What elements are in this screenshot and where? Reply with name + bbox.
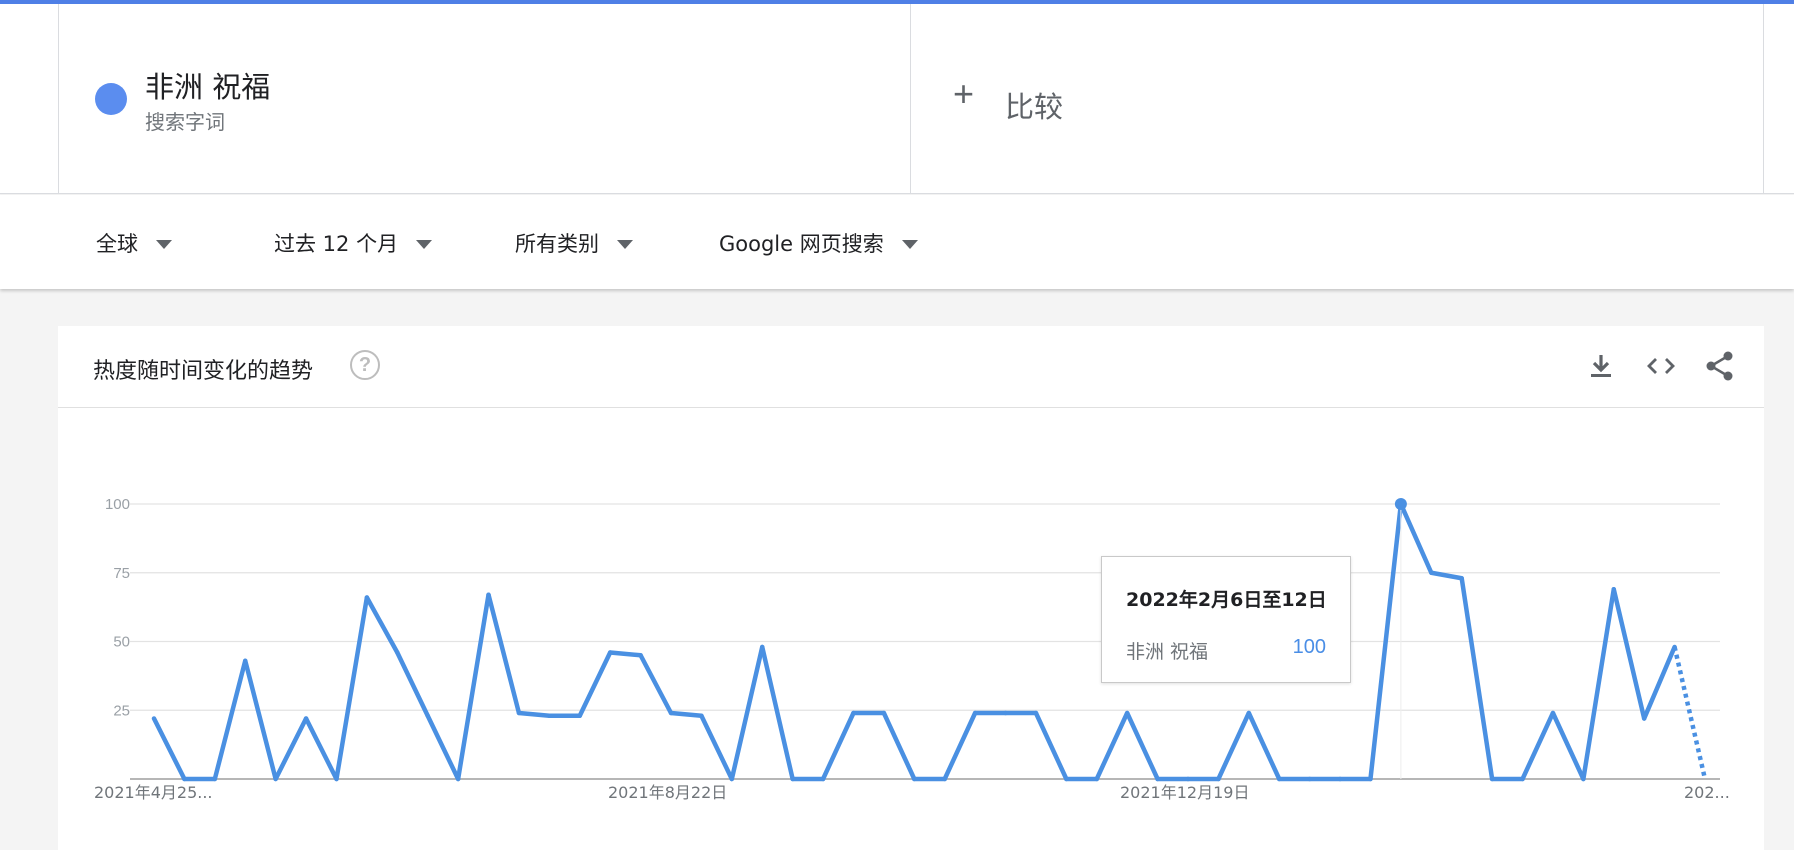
highlight-point — [1394, 498, 1407, 510]
series-line-segment — [668, 710, 704, 718]
y-tick-label: 25 — [113, 702, 130, 719]
series-line-segment — [425, 713, 461, 782]
trend-chart[interactable]: 100 75 50 25 2021年4月25... 2021年8月22日 2021年12月… — [0, 0, 1794, 850]
y-tick-label: 75 — [113, 565, 130, 582]
series-line-segment — [820, 710, 856, 782]
series-line-segment — [455, 592, 491, 782]
series-line-segment — [516, 710, 552, 718]
series-line-segment — [1641, 644, 1677, 721]
y-tick-label: 100 — [105, 496, 130, 513]
chart-tooltip: 2022年2月6日至12日 非洲 祝福 100 — [1101, 556, 1351, 683]
series-line-segment — [729, 644, 765, 782]
series-line-segment — [486, 592, 522, 716]
series-line-segment — [942, 710, 978, 782]
series-line-segment — [1094, 710, 1130, 782]
tooltip-date: 2022年2月6日至12日 — [1126, 589, 1327, 611]
tooltip-term: 非洲 祝福 — [1126, 641, 1209, 663]
series-line-segment — [303, 716, 339, 782]
partial-data-segment — [1672, 646, 1708, 780]
series-line-segment — [364, 595, 400, 655]
series-line-segment — [577, 650, 613, 718]
series-line-segment — [1581, 587, 1617, 782]
series-line-segment — [273, 716, 309, 782]
series-line-segment — [1033, 710, 1069, 782]
tooltip-value: 100 — [1292, 636, 1326, 658]
series-line-segment — [881, 710, 917, 782]
x-tick-label: 2021年12月19日 — [1120, 783, 1249, 802]
x-tick-label: 2021年8月22日 — [608, 783, 727, 802]
x-tick-label: 202... — [1684, 783, 1730, 802]
series-line-segment — [395, 650, 430, 718]
series-line-segment — [638, 653, 674, 716]
series-line-segment — [1459, 576, 1495, 782]
series-line-segment — [1550, 710, 1586, 782]
series-line-segment — [1246, 710, 1282, 782]
series-line-segment — [212, 658, 248, 782]
series-line-segment — [334, 595, 370, 782]
series-line-segment — [699, 713, 735, 782]
series-line-segment — [759, 644, 795, 782]
y-tick-label: 50 — [113, 634, 130, 651]
series-line-segment — [1520, 710, 1556, 782]
series-line-segment — [1611, 587, 1647, 721]
x-tick-label: 2021年4月25... — [94, 783, 213, 802]
series-line-segment — [1398, 501, 1434, 575]
series-line-segment — [1124, 710, 1160, 782]
series-line-segment — [607, 650, 643, 658]
series-line-segment — [151, 716, 187, 782]
series-line-segment — [1429, 570, 1464, 581]
series-line-segment — [1216, 710, 1252, 782]
series-line-segment — [242, 658, 278, 782]
